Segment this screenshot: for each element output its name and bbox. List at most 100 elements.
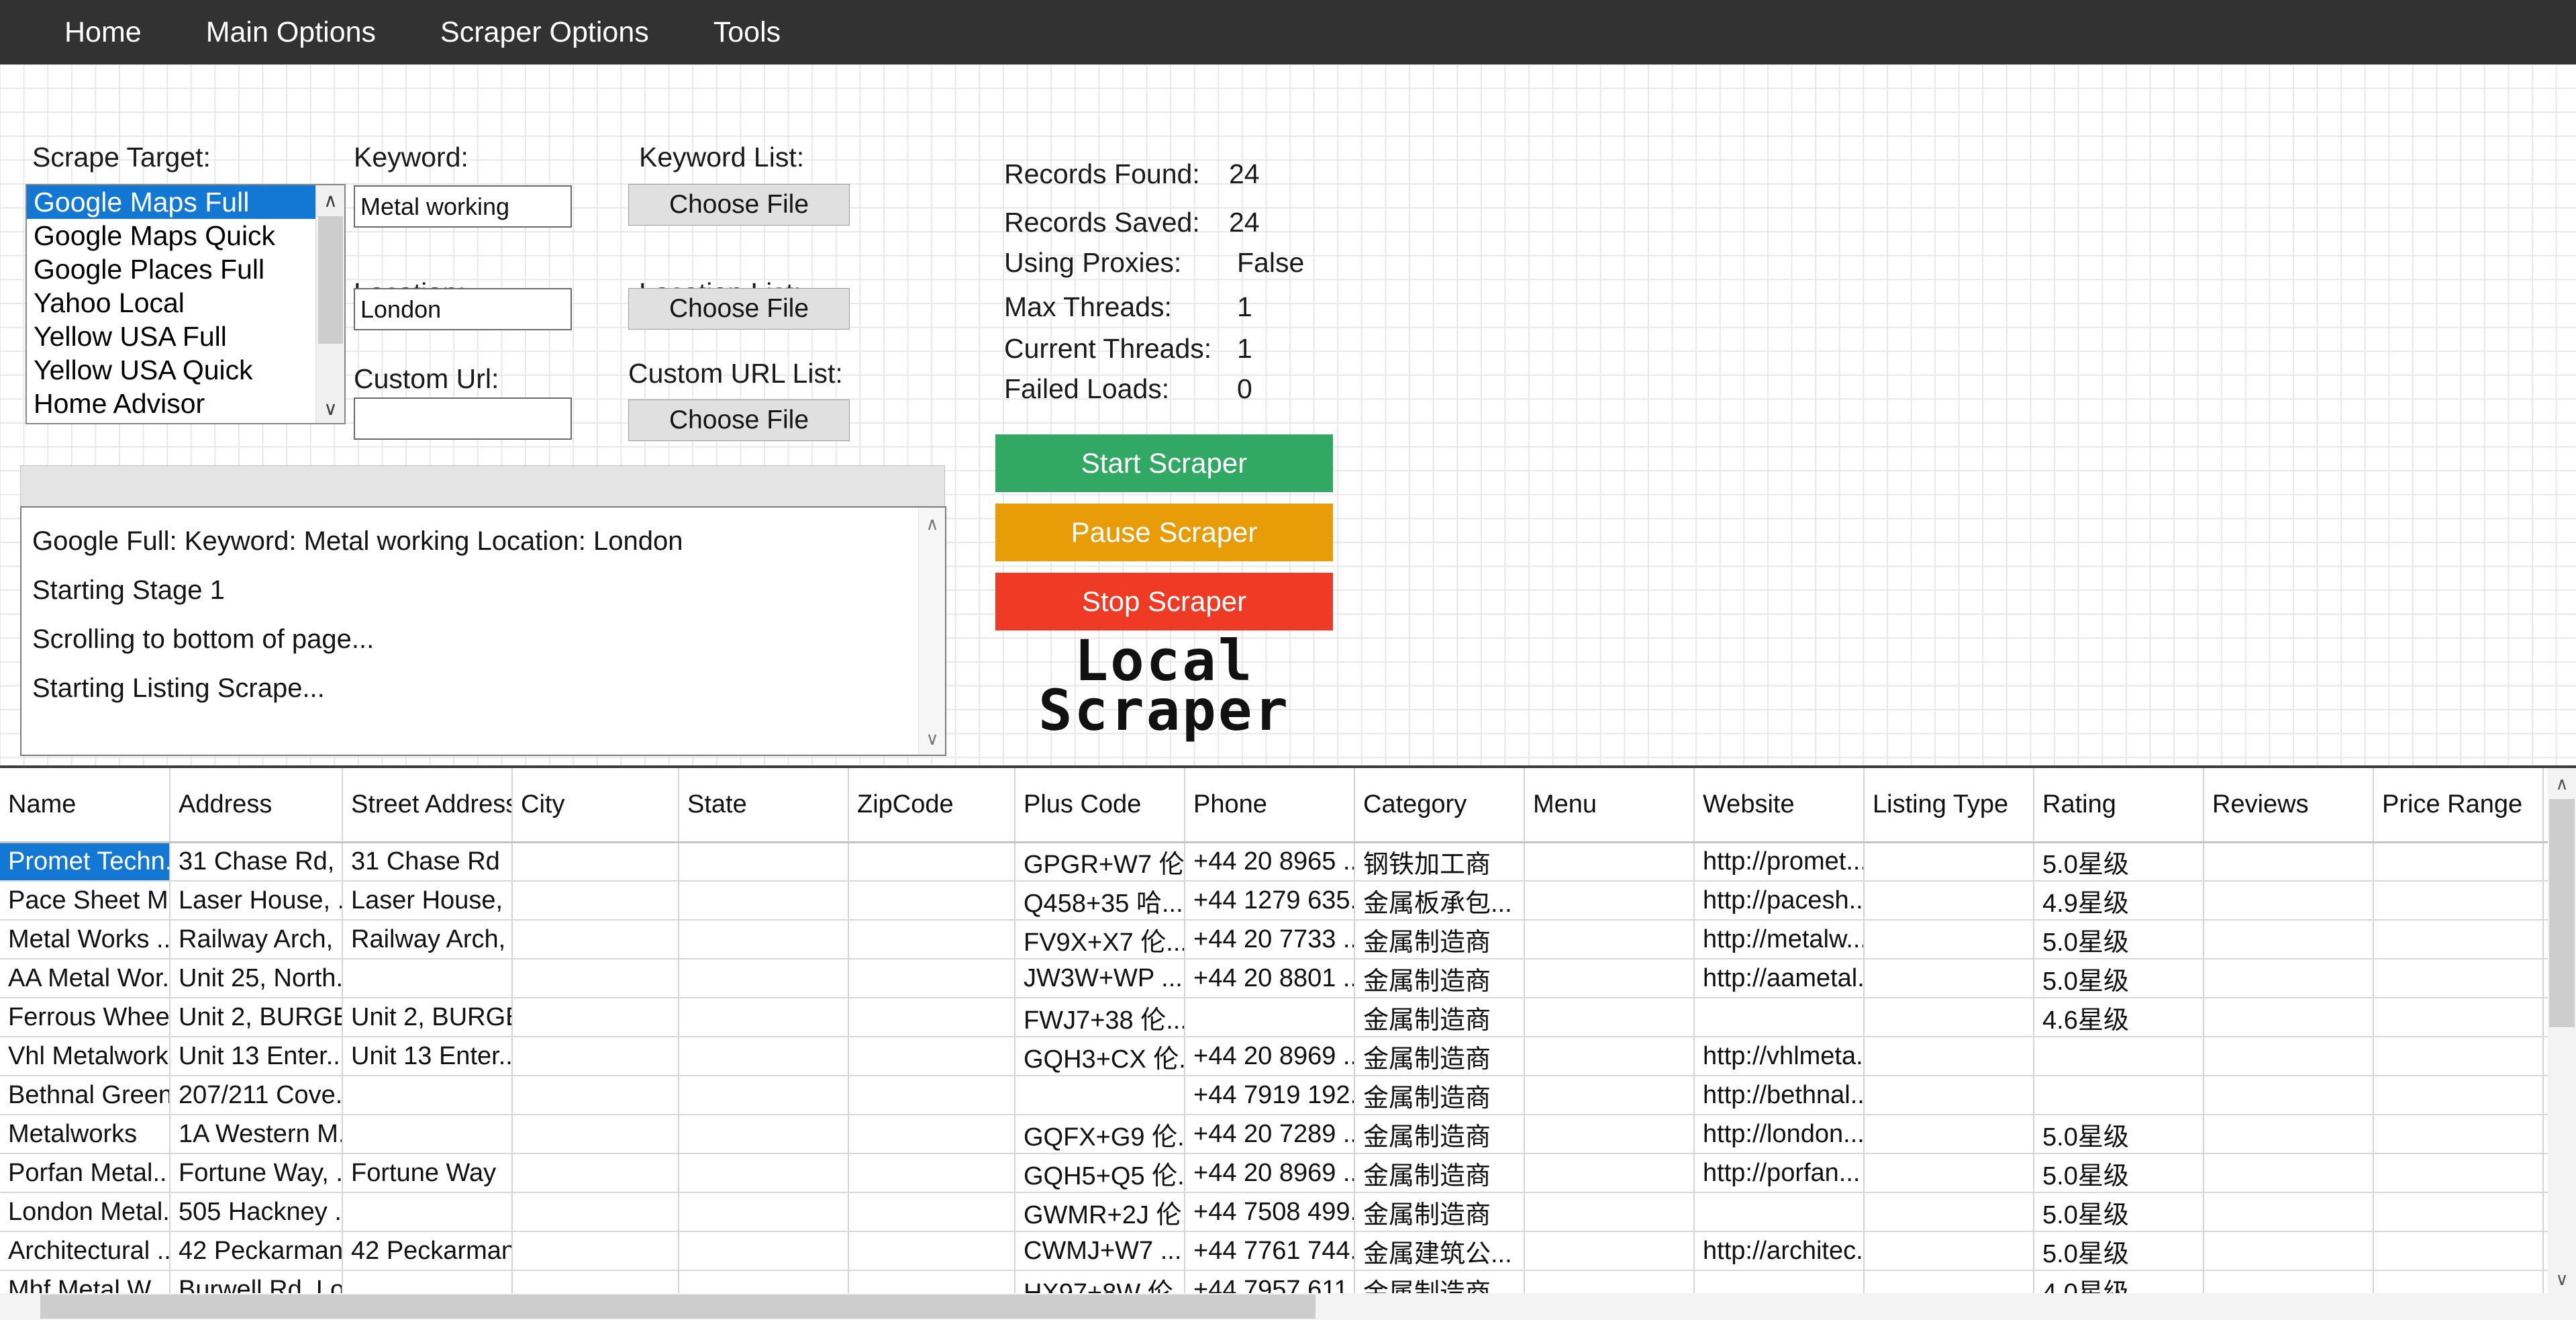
cell-reviews[interactable] <box>2203 1037 2374 1076</box>
cell-rating[interactable]: 5.0星级 <box>2034 959 2204 998</box>
scrape-target-option-google-places-full[interactable]: Google Places Full <box>27 252 315 286</box>
cell-address[interactable]: Fortune Way, ... <box>170 1153 343 1193</box>
column-header-price-range[interactable]: Price Range <box>2373 768 2544 843</box>
cell-plus-code[interactable]: FWJ7+38 伦... <box>1015 998 1185 1037</box>
cell-zipcode[interactable] <box>848 1115 1015 1154</box>
cell-state[interactable] <box>679 920 849 959</box>
cell-menu[interactable] <box>1524 1192 1695 1232</box>
cell-zipcode[interactable] <box>848 842 1015 882</box>
chevron-down-icon[interactable]: ∨ <box>919 725 945 752</box>
cell-price-range[interactable] <box>2373 998 2544 1037</box>
cell-price-range[interactable] <box>2373 842 2544 882</box>
cell-city[interactable] <box>512 842 679 882</box>
cell-plus-code[interactable]: GQH3+CX 伦... <box>1015 1037 1185 1076</box>
cell-address[interactable]: 31 Chase Rd, ... <box>170 842 343 882</box>
cell-plus-code[interactable]: Q458+35 哈... <box>1015 881 1185 921</box>
cell-price-range[interactable] <box>2373 920 2544 959</box>
location-input[interactable] <box>354 288 572 330</box>
cell-listing-type[interactable] <box>1864 1192 2034 1232</box>
cell-category[interactable]: 金属制造商 <box>1354 1153 1525 1193</box>
column-header-street-address[interactable]: Street Address <box>342 768 513 843</box>
cell-menu[interactable] <box>1524 881 1695 921</box>
scrape-target-option-yahoo-local[interactable]: Yahoo Local <box>27 286 315 320</box>
cell-zipcode[interactable] <box>848 881 1015 921</box>
chevron-up-icon[interactable]: ∧ <box>316 185 344 215</box>
table-row[interactable]: Ferrous Whee...Unit 2, BURGE...Unit 2, B… <box>0 998 2576 1037</box>
table-row[interactable]: Metalworks 1A Western M... GQFX+G9 伦... +44… <box>0 1115 2576 1154</box>
menu-item-home[interactable]: Home <box>32 0 174 64</box>
column-header-rating[interactable]: Rating <box>2034 768 2204 843</box>
cell-address[interactable]: Unit 13 Enter... <box>170 1037 343 1076</box>
column-header-city[interactable]: City <box>512 768 679 843</box>
cell-street-address[interactable]: Railway Arch, ... <box>342 920 513 959</box>
stop-scraper-button[interactable]: Stop Scraper <box>995 573 1333 630</box>
column-header-category[interactable]: Category <box>1354 768 1525 843</box>
chevron-up-icon[interactable]: ∧ <box>2548 769 2576 798</box>
cell-city[interactable] <box>512 959 679 998</box>
cell-zipcode[interactable] <box>848 1192 1015 1232</box>
column-header-zipcode[interactable]: ZipCode <box>848 768 1015 843</box>
cell-street-address[interactable]: 31 Chase Rd <box>342 842 513 882</box>
cell-state[interactable] <box>679 1231 849 1271</box>
chevron-down-icon[interactable]: ∨ <box>316 393 344 423</box>
cell-price-range[interactable] <box>2373 1153 2544 1193</box>
cell-website[interactable]: http://vhlmeta... <box>1694 1037 1865 1076</box>
cell-website[interactable]: http://bethnal... <box>1694 1076 1865 1115</box>
column-header-menu[interactable]: Menu <box>1524 768 1695 843</box>
cell-city[interactable] <box>512 1192 679 1232</box>
cell-listing-type[interactable] <box>1864 959 2034 998</box>
cell-plus-code[interactable]: CWMJ+W7 ... <box>1015 1231 1185 1271</box>
cell-menu[interactable] <box>1524 1231 1695 1271</box>
cell-plus-code[interactable] <box>1015 1076 1185 1115</box>
start-scraper-button[interactable]: Start Scraper <box>995 434 1333 492</box>
cell-zipcode[interactable] <box>848 920 1015 959</box>
results-vertical-scrollbar[interactable]: ∧ ∨ <box>2548 768 2576 1294</box>
cell-city[interactable] <box>512 1076 679 1115</box>
cell-price-range[interactable] <box>2373 1076 2544 1115</box>
cell-phone[interactable]: +44 20 8969 ... <box>1185 1153 1355 1193</box>
cell-name[interactable]: Ferrous Whee... <box>0 998 170 1037</box>
cell-website[interactable]: http://promet... <box>1694 842 1865 882</box>
cell-state[interactable] <box>679 842 849 882</box>
cell-menu[interactable] <box>1524 959 1695 998</box>
cell-category[interactable]: 金属制造商 <box>1354 998 1525 1037</box>
cell-phone[interactable]: +44 20 7733 ... <box>1185 920 1355 959</box>
cell-reviews[interactable] <box>2203 842 2374 882</box>
cell-city[interactable] <box>512 920 679 959</box>
cell-listing-type[interactable] <box>1864 842 2034 882</box>
cell-website[interactable]: http://london... <box>1694 1115 1865 1154</box>
chevron-down-icon[interactable]: ∨ <box>2548 1265 2576 1293</box>
cell-website[interactable]: http://porfan... <box>1694 1153 1865 1193</box>
cell-reviews[interactable] <box>2203 881 2374 921</box>
scrape-target-option-google-maps-full[interactable]: Google Maps Full <box>27 185 315 219</box>
log-scrollbar[interactable]: ∧ ∨ <box>918 508 945 755</box>
cell-rating[interactable]: 5.0星级 <box>2034 1192 2204 1232</box>
cell-name[interactable]: Vhl Metalwork <box>0 1037 170 1076</box>
cell-city[interactable] <box>512 881 679 921</box>
scrollbar-thumb[interactable] <box>2549 799 2575 1027</box>
cell-price-range[interactable] <box>2373 1037 2544 1076</box>
log-output-box[interactable]: Google Full: Keyword: Metal working Loca… <box>20 506 946 756</box>
cell-category[interactable]: 金属制造商 <box>1354 920 1525 959</box>
cell-rating[interactable]: 5.0星级 <box>2034 1153 2204 1193</box>
column-header-listing-type[interactable]: Listing Type <box>1864 768 2034 843</box>
cell-price-range[interactable] <box>2373 1231 2544 1271</box>
cell-phone[interactable]: +44 7919 192... <box>1185 1076 1355 1115</box>
cell-rating[interactable] <box>2034 1076 2204 1115</box>
cell-rating[interactable]: 5.0星级 <box>2034 842 2204 882</box>
cell-rating[interactable]: 4.6星级 <box>2034 998 2204 1037</box>
column-header-state[interactable]: State <box>679 768 849 843</box>
cell-name[interactable]: AA Metal Wor... <box>0 959 170 998</box>
cell-street-address[interactable] <box>342 1115 513 1154</box>
cell-name[interactable]: London Metal... <box>0 1192 170 1232</box>
cell-price-range[interactable] <box>2373 1192 2544 1232</box>
table-row[interactable]: Vhl Metalwork Unit 13 Enter... Unit 13 Ent… <box>0 1037 2576 1076</box>
table-row[interactable]: Promet Techn...31 Chase Rd, ...31 Chase … <box>0 842 2576 882</box>
cell-state[interactable] <box>679 881 849 921</box>
results-horizontal-scrollbar[interactable] <box>0 1293 2576 1320</box>
cell-website[interactable]: http://metalw... <box>1694 920 1865 959</box>
menu-item-tools[interactable]: Tools <box>681 0 813 64</box>
cell-listing-type[interactable] <box>1864 1076 2034 1115</box>
cell-category[interactable]: 金属板承包... <box>1354 881 1525 921</box>
cell-reviews[interactable] <box>2203 1115 2374 1154</box>
